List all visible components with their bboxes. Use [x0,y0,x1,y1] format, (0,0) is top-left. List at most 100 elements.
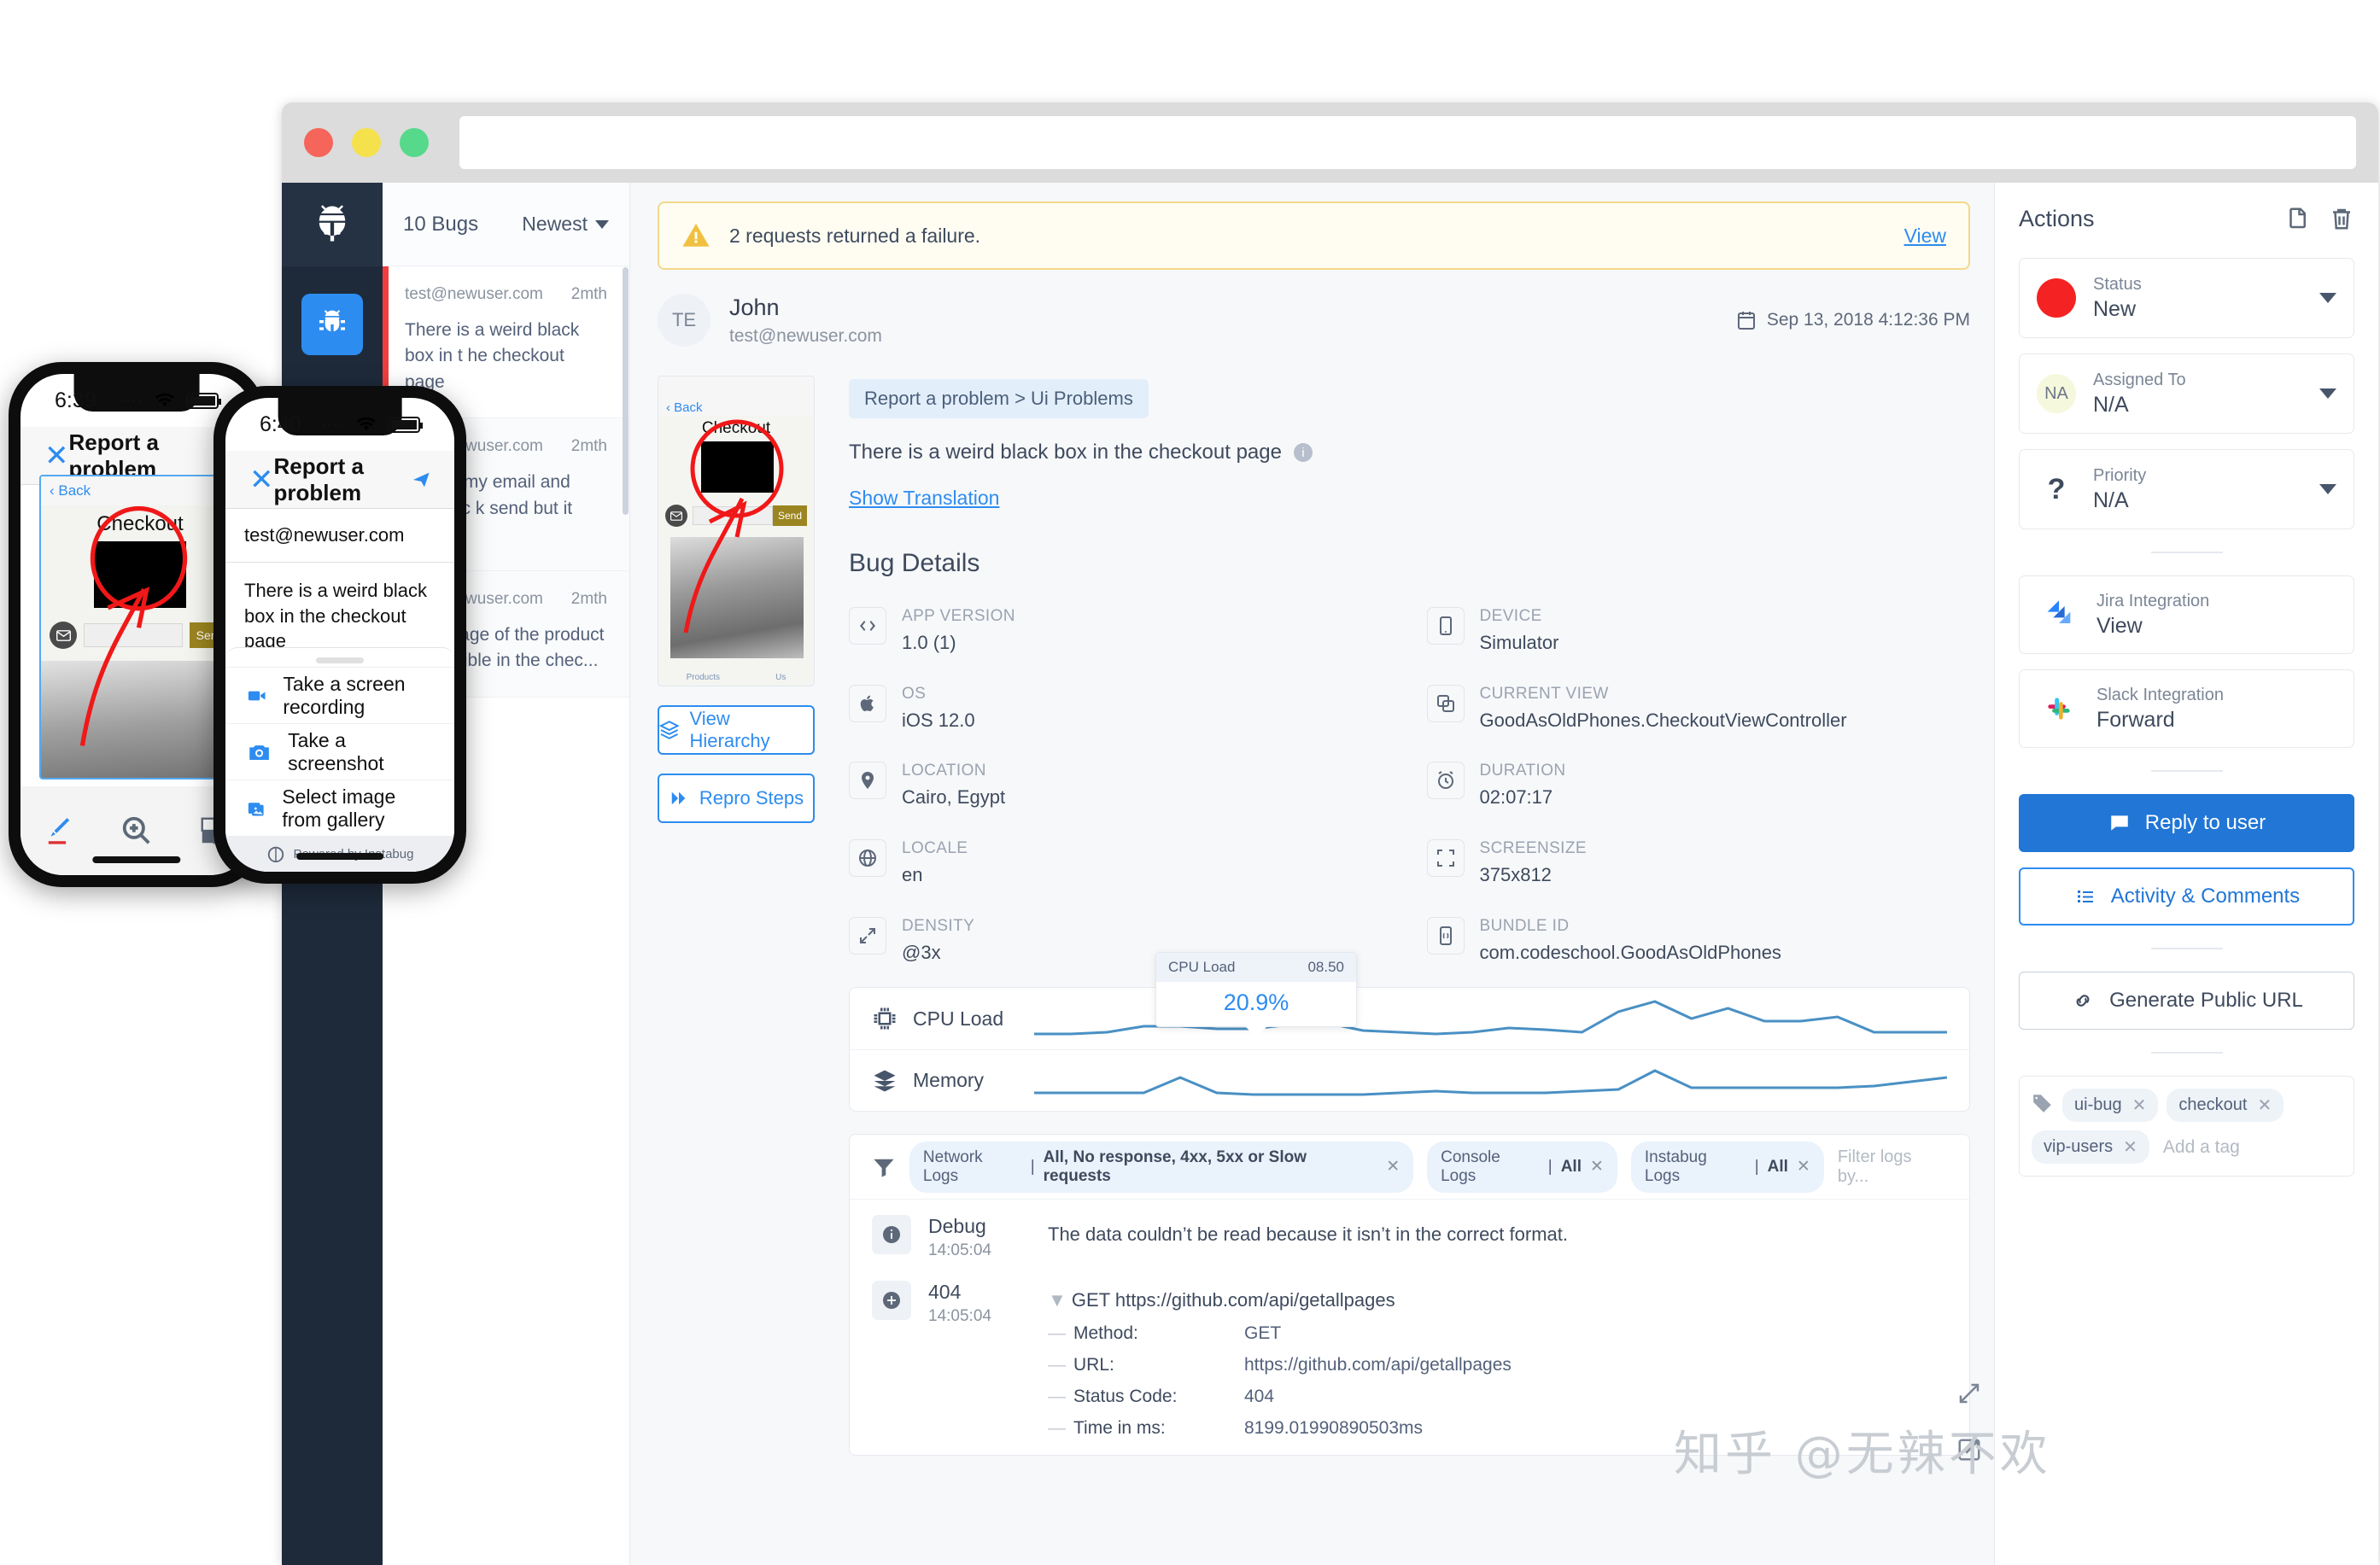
phone1-black-box [94,541,186,608]
copy-document-icon[interactable] [2284,205,2310,232]
repro-steps-button[interactable]: Repro Steps [658,774,815,823]
sheet-item-gallery[interactable]: Select image from gallery [225,780,454,836]
phone2-status-right: •••• [321,416,423,433]
sheet-item-screenshot[interactable]: Take a screenshot [225,723,454,780]
detail-value: @3x [902,941,941,963]
expand-arrows-icon[interactable] [1956,1381,1982,1406]
close-icon[interactable]: ✕ [1797,1157,1810,1177]
sidebar-item-bugs[interactable] [301,294,363,355]
tooltip-time: 08.50 [1307,959,1344,976]
logs-filter-input[interactable]: Filter logs by... [1838,1147,1947,1187]
filter-chip-network[interactable]: Network Logs | All, No response, 4xx, 5xx… [909,1141,1414,1193]
bug-screenshot-preview[interactable]: ‹ Back Checkout Send Products Us [658,376,815,686]
breadcrumb[interactable]: Report a problem > Ui Problems [849,379,1149,418]
brush-icon[interactable] [43,815,75,847]
performance-row-cpu[interactable]: CPU Load [850,988,1969,1049]
phone1-email-input[interactable] [84,623,183,647]
signal-dots-icon: •••• [321,418,345,431]
priority-selector[interactable]: ? Priority N/A [2019,449,2354,529]
memory-sparkline [1034,1069,1947,1096]
bug-title-text: There is a weird black box in the checko… [849,441,1282,464]
performance-row-memory[interactable]: Memory [850,1049,1969,1111]
ladybug-logo-icon[interactable] [282,183,383,266]
paper-plane-icon[interactable] [412,468,430,492]
close-icon[interactable]: ✕ [2257,1095,2272,1116]
list-item-age: 2mth [570,437,607,456]
status-selector[interactable]: Status New [2019,258,2354,338]
chevrons-right-icon [671,791,686,805]
alert-view-link[interactable]: View [1904,225,1946,248]
jira-integration-card[interactable]: Jira Integration View [2019,575,2354,654]
view-hierarchy-button[interactable]: View Hierarchy [658,705,815,755]
bug-sort-label: Newest [522,213,588,235]
screenshot-column: ‹ Back Checkout Send Products Us View Hi… [658,376,815,1456]
detail-device: DEVICE Simulator [1426,607,1971,656]
cpu-chip-icon [874,1007,896,1030]
bug-details-grid: APP VERSION 1.0 (1) DEVICE Simulator OS [849,607,1970,965]
add-tag-input[interactable]: Add a tag [2158,1137,2240,1158]
filter-chip-instabug[interactable]: Instabug Logs | All ✕ [1630,1141,1824,1193]
assigned-to-label: Assigned To [2093,370,2186,389]
close-icon[interactable]: ✕ [2123,1136,2137,1158]
detail-label: SCREENSIZE [1479,839,1587,858]
filter-chip-console[interactable]: Console Logs | All ✕ [1427,1141,1617,1193]
screenshot-product-photo [670,537,804,658]
reply-to-user-button[interactable]: Reply to user [2019,794,2354,852]
phone2-action-sheet: Take a screen recording Take a screensho… [225,647,454,872]
home-indicator [296,853,383,860]
phone1-product-photo [41,661,239,778]
phone1-time: 6:39 [55,388,96,412]
phone1-annotated-screenshot[interactable]: ‹ Back Checkout Send Products Us [39,475,241,780]
tag-label: checkout [2178,1095,2248,1114]
slack-integration-card[interactable]: Slack Integration Forward [2019,669,2354,748]
window-minimize-button[interactable] [352,128,381,157]
close-icon[interactable]: ✕ [2132,1095,2147,1116]
magnifier-plus-icon[interactable] [120,815,153,847]
tooltip-metric: CPU Load [1168,959,1236,976]
sheet-item-label: Select image from gallery [282,785,396,831]
detail-app-version: APP VERSION 1.0 (1) [849,607,1393,656]
phone2-email-field[interactable]: test@newuser.com [225,509,454,563]
browser-window: 10 Bugs Newest test@newuser.com 2mth The… [282,102,2378,1565]
address-bar[interactable] [459,116,2356,169]
tag-label: ui-bug [2074,1095,2122,1114]
sheet-grabber[interactable] [316,657,364,663]
perf-label-cpu: CPU Load [872,1006,1034,1031]
tag-chip[interactable]: ui-bug ✕ [2062,1089,2159,1122]
phone2-screen: 6:40 •••• ✕ Report a problem test@newuse… [225,398,454,872]
generate-url-label: Generate Public URL [2109,989,2303,1012]
wifi-icon [155,393,174,407]
log-request-line[interactable]: ▼ GET https://github.com/api/getallpages [1048,1289,1947,1311]
close-x-icon[interactable]: ✕ [249,463,274,497]
chevron-down-icon [2319,388,2336,399]
info-icon[interactable]: i [1293,443,1313,462]
generate-public-url-button[interactable]: Generate Public URL [2019,972,2354,1030]
divider [2150,552,2223,553]
screen-size-icon [1426,839,1465,878]
phone1-page-title: Checkout [96,512,184,535]
bundle-braces-icon [1426,916,1465,955]
assigned-to-selector[interactable]: NA Assigned To N/A [2019,353,2354,434]
close-x-icon[interactable]: ✕ [44,439,69,473]
phone1-back-link[interactable]: ‹ Back [41,476,239,505]
show-translation-link[interactable]: Show Translation [849,487,999,510]
funnel-icon[interactable] [872,1154,896,1180]
tags-box[interactable]: ui-bug ✕ checkout ✕ vip-users ✕ Add a ta… [2019,1076,2354,1177]
close-icon[interactable]: ✕ [1590,1157,1604,1177]
tag-chip[interactable]: vip-users ✕ [2032,1130,2149,1164]
window-maximize-button[interactable] [400,128,429,157]
layers-icon [659,721,680,739]
activity-comments-button[interactable]: Activity & Comments [2019,867,2354,926]
mobile-phone-icon [1426,607,1465,645]
detail-label: DURATION [1479,762,1566,780]
window-close-button[interactable] [304,128,333,157]
sheet-item-screen-recording[interactable]: Take a screen recording [225,667,454,723]
detail-duration: DURATION 02:07:17 [1426,762,1971,810]
tag-chip[interactable]: checkout ✕ [2167,1089,2284,1122]
close-icon[interactable]: ✕ [1386,1157,1400,1177]
trash-icon[interactable] [2329,205,2354,232]
bug-sort-dropdown[interactable]: Newest [522,213,609,236]
log-field-value: GET [1244,1323,1282,1344]
log-head: Debug 14:05:04 [911,1215,1048,1260]
bug-list-scrollbar[interactable] [623,267,629,515]
